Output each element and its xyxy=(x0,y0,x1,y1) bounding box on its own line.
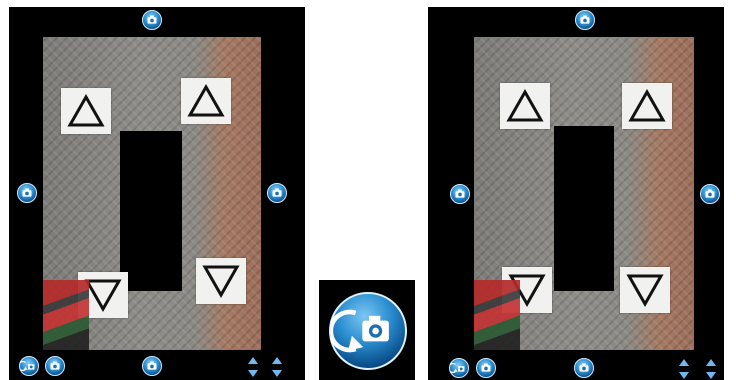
camera-view-right xyxy=(428,7,724,380)
camera-icon xyxy=(705,189,715,198)
up-down-arrows-button[interactable] xyxy=(704,358,718,380)
camera-icon xyxy=(147,15,157,24)
camera-bottom-left-button[interactable] xyxy=(45,356,65,376)
crates xyxy=(43,280,89,350)
camera-icon xyxy=(272,188,282,197)
rotate-camera-button[interactable] xyxy=(19,356,39,376)
marker-up-top-left xyxy=(500,83,550,129)
rotate-camera-icon xyxy=(450,362,465,374)
rotate-camera-button-large[interactable] xyxy=(329,292,407,370)
up-down-arrows-button[interactable] xyxy=(246,356,260,378)
camera-left-button[interactable] xyxy=(450,184,470,204)
camera-feed xyxy=(474,37,694,350)
zoomed-button-preview xyxy=(319,280,415,380)
camera-icon xyxy=(22,188,32,197)
marker-up-top-right xyxy=(622,83,672,129)
camera-icon xyxy=(481,363,491,372)
up-down-arrows-icon xyxy=(679,359,689,379)
camera-right-button[interactable] xyxy=(267,183,287,203)
marker-down-bottom-right xyxy=(196,258,246,304)
occluded-region xyxy=(120,131,182,291)
marker-up-top-right xyxy=(181,78,231,124)
camera-icon xyxy=(455,189,465,198)
rotate-camera-icon xyxy=(331,309,389,353)
camera-icon xyxy=(580,15,590,24)
camera-right-button[interactable] xyxy=(700,184,720,204)
camera-bottom-button[interactable] xyxy=(574,358,594,378)
rotate-camera-button[interactable] xyxy=(449,358,469,378)
camera-top-button[interactable] xyxy=(142,10,162,30)
camera-bottom-button[interactable] xyxy=(142,356,162,376)
camera-top-button[interactable] xyxy=(575,10,595,30)
up-down-arrows-icon xyxy=(272,357,282,377)
occluded-region xyxy=(554,126,614,291)
crates xyxy=(474,280,520,350)
camera-bottom-left-button[interactable] xyxy=(476,358,496,378)
camera-left-button[interactable] xyxy=(17,183,37,203)
camera-feed xyxy=(43,37,261,350)
marker-down-bottom-right xyxy=(620,267,670,313)
camera-view-left xyxy=(9,7,305,380)
up-down-arrows-button[interactable] xyxy=(677,358,691,380)
up-down-arrows-button[interactable] xyxy=(270,356,284,378)
camera-icon xyxy=(50,361,60,370)
rotate-camera-icon xyxy=(20,360,35,372)
marker-up-top-left xyxy=(61,88,111,134)
camera-icon xyxy=(579,363,589,372)
up-down-arrows-icon xyxy=(248,357,258,377)
camera-icon xyxy=(147,361,157,370)
up-down-arrows-icon xyxy=(706,359,716,379)
